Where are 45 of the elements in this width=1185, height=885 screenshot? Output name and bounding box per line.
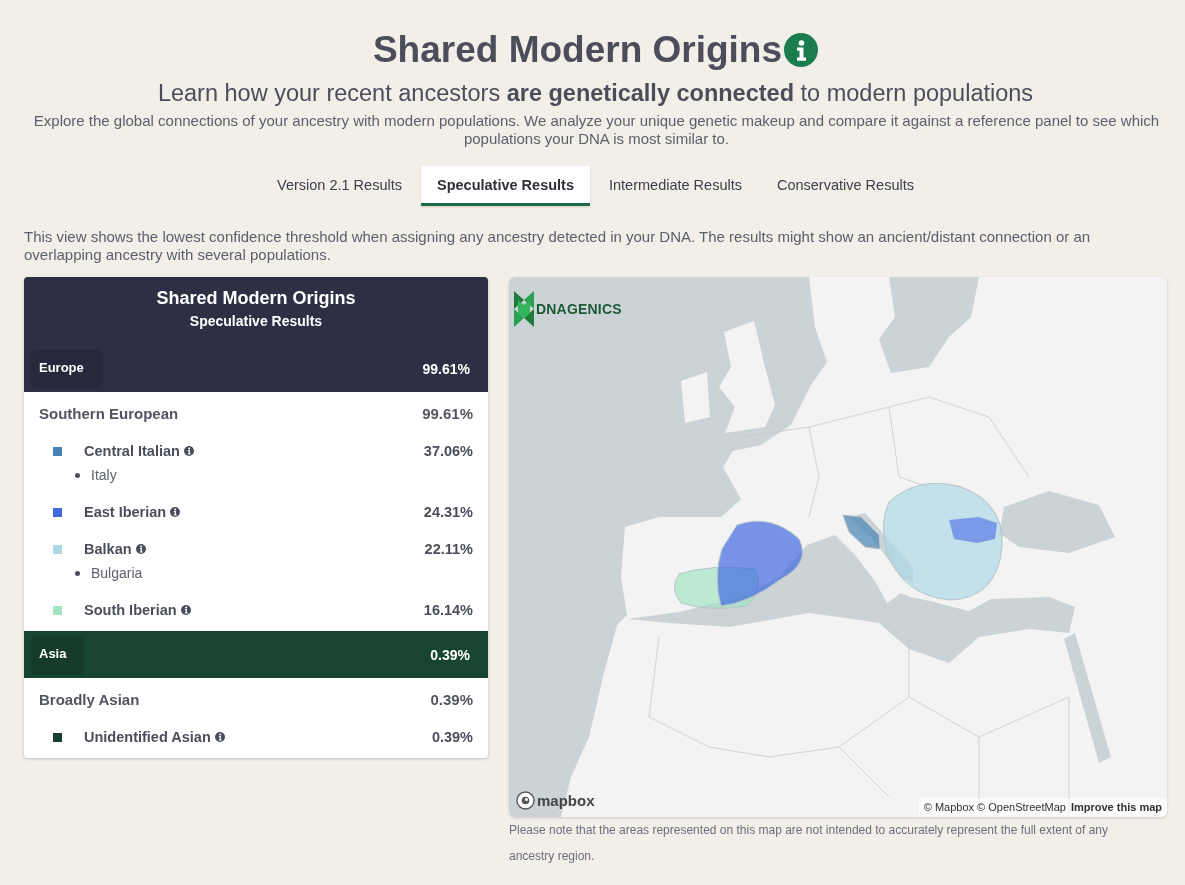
improve-map-link[interactable]: Improve this map bbox=[1070, 800, 1162, 814]
country-name: Bulgaria bbox=[91, 564, 143, 583]
ring-logo-icon bbox=[516, 791, 535, 810]
population-name: Central Italian bbox=[84, 442, 180, 461]
group-percent: 0.39% bbox=[430, 690, 473, 710]
map-attribution[interactable]: © Mapbox © OpenStreetMap bbox=[923, 800, 1066, 814]
bullet-icon bbox=[75, 472, 80, 478]
page-subtitle: Learn how your recent ancestors are genetically connected to modern populations bbox=[156, 79, 1035, 108]
results-tab[interactable]: Conservative Results bbox=[760, 166, 930, 206]
results-tab[interactable]: Intermediate Results bbox=[592, 166, 758, 206]
group-name: Broadly Asian bbox=[39, 690, 140, 710]
map-note: Please note that the areas represented on this map are not intended to accurately represent the full extent of any ancestry region. bbox=[509, 822, 1110, 865]
population-name: South Iberian bbox=[84, 601, 177, 620]
info-icon[interactable] bbox=[214, 732, 225, 742]
info-icon[interactable] bbox=[183, 446, 194, 456]
map-logo-text: DNAGENICS bbox=[536, 301, 622, 317]
population-percent: 16.14% bbox=[423, 601, 473, 620]
panel-subtitle: Speculative Results bbox=[188, 312, 324, 331]
page-title: Shared Modern Origins bbox=[372, 28, 783, 72]
chevron-logo-icon bbox=[514, 291, 534, 327]
region-label: Asia bbox=[32, 636, 84, 673]
results-tab[interactable]: Speculative Results bbox=[420, 166, 590, 206]
group-name: Southern European bbox=[39, 404, 179, 424]
population-percent: 37.06% bbox=[423, 442, 473, 461]
population-name: East Iberian bbox=[84, 503, 167, 522]
info-icon[interactable] bbox=[784, 33, 819, 67]
provider-logo-text[interactable]: mapbox bbox=[537, 792, 595, 809]
population-percent: 0.39% bbox=[431, 728, 473, 747]
population-name: Unidentified Asian bbox=[84, 728, 211, 747]
results-tab[interactable]: Version 2.1 Results bbox=[261, 166, 418, 206]
info-icon[interactable] bbox=[170, 507, 181, 517]
region-percent: 0.39% bbox=[430, 646, 470, 663]
bullet-icon bbox=[75, 570, 80, 576]
population-percent: 24.31% bbox=[423, 503, 473, 522]
info-icon[interactable] bbox=[135, 544, 146, 554]
page-description: Explore the global connections of your ancestry with modern populations. We analyze your unique genetic makeup and compare it against a reference panel to see which populations your DNA is most similar to. bbox=[32, 112, 1161, 148]
population-percent: 22.11% bbox=[424, 540, 473, 559]
view-note: This view shows the lowest confidence threshold when assigning any ancestry detected in your DNA. The results might show an ancient/distant connection or an overlapping ancestry with several populations. bbox=[24, 228, 1092, 264]
info-icon[interactable] bbox=[180, 605, 191, 615]
group-percent: 99.61% bbox=[422, 404, 473, 424]
population-name: Balkan bbox=[84, 540, 132, 559]
region-label: Europe bbox=[32, 350, 101, 387]
country-name: Italy bbox=[91, 466, 117, 485]
panel-title: Shared Modern Origins bbox=[155, 287, 357, 309]
region-percent: 99.61% bbox=[422, 360, 470, 377]
